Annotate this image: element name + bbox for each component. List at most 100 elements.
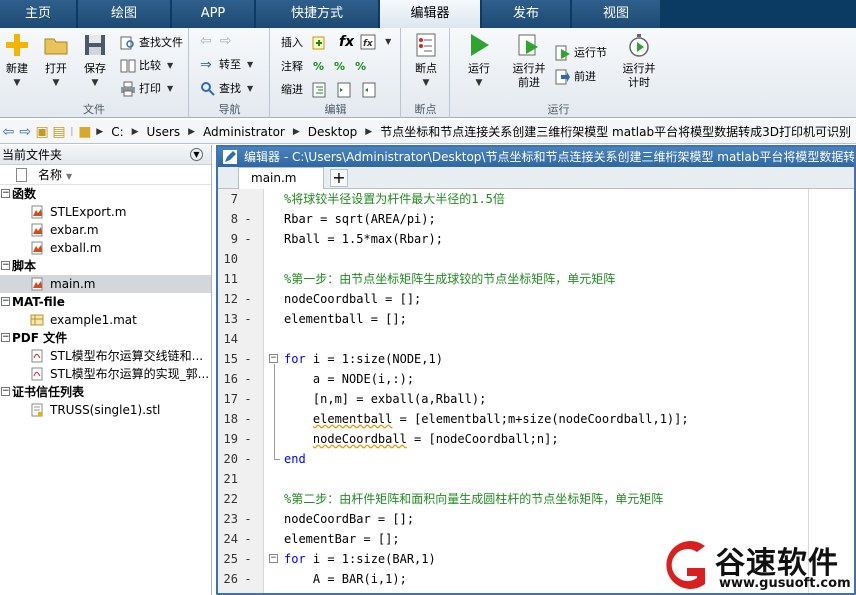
indent-button[interactable]: 缩进 — [281, 81, 380, 99]
code-text: nodeCoordBar = []; — [284, 509, 414, 529]
name-column-header[interactable]: 名称 ▼ — [0, 165, 211, 185]
address-segment-desktop[interactable]: Desktop — [303, 125, 363, 139]
breakpoint-marker[interactable]: - — [243, 549, 253, 569]
forward-arrow-icon[interactable]: ⇨ — [17, 124, 34, 140]
line-number: 9 — [230, 232, 238, 246]
tree-section-label: 函数 — [12, 187, 37, 201]
find-label: 查找 — [219, 82, 241, 95]
address-segment-project-folder[interactable]: 节点坐标和节点连接关系创建三维桁架模型 matlab平台将模型数据转成3D打印机… — [375, 123, 856, 140]
file-list-item[interactable]: STL模型布尔运算的实现_郭... — [0, 365, 211, 383]
tab-plots[interactable]: 绘图 — [78, 0, 172, 28]
run-time-button[interactable]: 运行并 计时 — [617, 32, 661, 90]
compare-button[interactable]: 比较 ▼ — [120, 57, 173, 75]
file-list-item[interactable]: STL模型布尔运算交线链和... — [0, 347, 211, 365]
file-list-item[interactable]: STLExport.m — [0, 203, 211, 221]
collapse-icon[interactable]: − — [1, 261, 10, 270]
code-token: nodeCoordball = []; — [284, 292, 422, 306]
browse-folder-icon[interactable]: ▤ — [51, 124, 68, 140]
breakpoint-marker[interactable]: - — [243, 309, 253, 329]
breakpoint-marker[interactable]: - — [243, 369, 253, 389]
tree-section-header[interactable]: − 函数 — [0, 185, 211, 203]
breakpoint-marker[interactable]: - — [243, 449, 253, 469]
breakpoint-marker[interactable]: - — [243, 569, 253, 589]
address-segment-users[interactable]: Users — [142, 125, 186, 139]
file-name: exball.m — [50, 241, 102, 255]
open-button[interactable]: 打开 ▼ — [36, 32, 76, 90]
back-forward-buttons[interactable]: ⇦ ⇨ — [200, 32, 231, 50]
breakpoint-marker[interactable]: - — [243, 349, 253, 369]
run-button[interactable]: 运行 ▼ — [459, 32, 499, 90]
new-button[interactable]: 新建 ▼ — [0, 32, 37, 90]
breakpoint-marker[interactable]: - — [243, 389, 253, 409]
insert-button[interactable]: 插入 — [281, 34, 330, 52]
print-label: 打印 — [139, 82, 161, 95]
collapse-icon[interactable]: − — [1, 189, 10, 198]
file-list-item[interactable]: exbar.m — [0, 221, 211, 239]
find-files-button[interactable]: 查找文件 — [120, 34, 183, 52]
line-number: 16 — [223, 372, 238, 386]
run-section-icon — [555, 45, 570, 61]
code-line: 19- nodeCoordball = [nodeCoordball;n]; — [218, 429, 854, 449]
editor-icon — [223, 150, 237, 164]
code-text: nodeCoordball = []; — [284, 289, 421, 309]
tree-section-header[interactable]: − 证书信任列表 — [0, 383, 211, 401]
tab-publish[interactable]: 发布 — [482, 0, 572, 28]
file-list-item[interactable]: example1.mat — [0, 311, 211, 329]
collapse-icon[interactable]: − — [1, 333, 10, 342]
file-list-item[interactable]: exball.m — [0, 239, 211, 257]
tab-shortcuts[interactable]: 快捷方式 — [256, 0, 380, 28]
breakpoint-marker[interactable]: - — [243, 509, 253, 529]
tab-view[interactable]: 视图 — [572, 0, 662, 28]
breakpoint-marker[interactable]: - — [243, 289, 253, 309]
code-token: Rball = 1.5*max(Rbar); — [284, 232, 443, 246]
fold-toggle-icon[interactable]: − — [269, 354, 278, 363]
up-folder-icon[interactable]: ▣ — [34, 124, 51, 140]
uncomment-percent-icon: % — [334, 60, 346, 73]
breakpoint-marker[interactable]: - — [243, 229, 253, 249]
fold-toggle-icon[interactable]: − — [269, 554, 278, 563]
breakpoint-marker[interactable]: - — [243, 529, 253, 549]
fx-button[interactable]: fx fx ▼ — [339, 33, 391, 51]
collapse-icon[interactable]: − — [1, 297, 10, 306]
advance-button[interactable]: 前进 — [555, 68, 596, 86]
tab-apps[interactable]: APP — [172, 0, 256, 28]
tree-section-header[interactable]: − 脚本 — [0, 257, 211, 275]
code-line: 22 %第二步：由杆件矩阵和面积向量生成圆柱杆的节点坐标矩阵，单元矩阵 — [218, 489, 854, 509]
print-button[interactable]: 打印 ▼ — [120, 80, 173, 98]
back-arrow-icon[interactable]: ⇦ — [0, 124, 17, 140]
tab-home[interactable]: 主页 — [0, 0, 78, 28]
code-text: for i = 1:size(NODE,1) — [284, 349, 443, 369]
function-browser-icon: fx — [360, 34, 376, 50]
file-list-item[interactable]: TRUSS(single1).stl — [0, 401, 211, 419]
tree-section-header[interactable]: − MAT-file — [0, 293, 211, 311]
current-folder-title: 当前文件夹 — [2, 148, 63, 162]
new-label: 新建 — [6, 62, 28, 75]
file-list-item[interactable]: main.m — [0, 275, 211, 293]
address-segment-drive[interactable]: C: — [106, 125, 128, 139]
breakpoint-marker[interactable]: - — [243, 209, 253, 229]
find-button[interactable]: 查找 ▼ — [200, 80, 253, 98]
watermark-url: www.gusuoft.com — [719, 576, 851, 591]
code-line: 12- nodeCoordball = []; — [218, 289, 854, 309]
comment-button[interactable]: 注释 % % % — [281, 58, 366, 76]
goto-button[interactable]: ⇒ 转至 ▼ — [200, 56, 253, 74]
tab-editor[interactable]: 编辑器 — [380, 0, 482, 28]
panel-menu-icon[interactable]: ▼ — [190, 148, 203, 161]
run-advance-button[interactable]: 运行并 前进 — [507, 32, 551, 90]
comment-percent-icon: % — [313, 60, 325, 73]
breakpoint-marker[interactable]: - — [243, 409, 253, 429]
collapse-icon[interactable]: − — [1, 387, 10, 396]
editor-tab-main[interactable]: main.m — [238, 167, 324, 189]
address-segment-administrator[interactable]: Administrator — [198, 125, 290, 139]
chevron-down-icon: ▼ — [167, 61, 174, 70]
fx-icon: fx — [339, 34, 355, 50]
breakpoints-button[interactable]: 断点 ▼ — [406, 32, 446, 90]
breakpoint-marker[interactable]: - — [243, 429, 253, 449]
run-section-button[interactable]: 运行节 — [555, 44, 607, 62]
save-button[interactable]: 保存 ▼ — [75, 32, 115, 90]
code-keyword: for — [284, 352, 306, 366]
add-tab-button[interactable]: + — [330, 169, 348, 187]
tree-section-header[interactable]: − PDF 文件 — [0, 329, 211, 347]
run-time-label: 运行并 计时 — [622, 62, 656, 89]
insert-icon — [312, 36, 325, 50]
